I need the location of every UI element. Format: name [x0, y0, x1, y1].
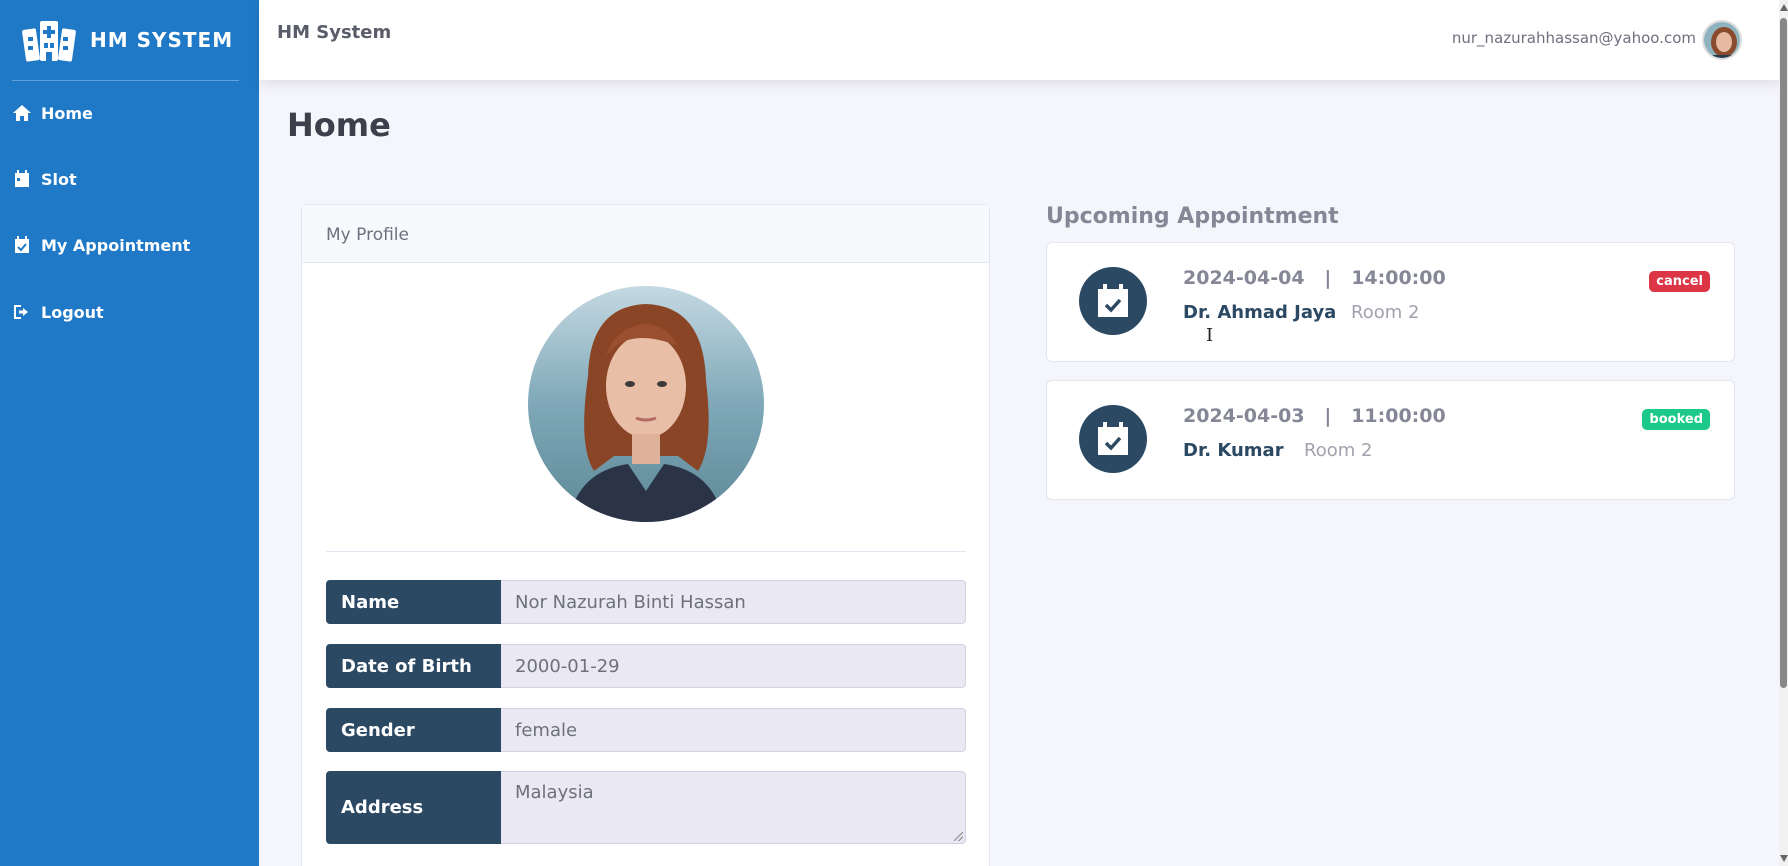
field-label: Date of Birth — [326, 644, 501, 688]
calendar-check-icon — [15, 236, 29, 253]
name-input[interactable]: Nor Nazurah Binti Hassan — [501, 580, 966, 624]
sidebar-divider — [12, 80, 239, 81]
gender-input[interactable]: female — [501, 708, 966, 752]
profile-card: My Profile Name Nor Nazurah Binti Hassan — [301, 204, 990, 866]
dob-field: Date of Birth 2000-01-29 — [326, 644, 966, 688]
scroll-down-icon[interactable] — [1780, 855, 1788, 862]
brand[interactable]: HM SYSTEM — [0, 0, 259, 80]
appointment-datetime: 2024-04-03 | 11:00:00 — [1183, 405, 1446, 427]
profile-photo-image — [528, 286, 764, 522]
sidebar-item-label: Slot — [41, 169, 77, 189]
appointment-card[interactable]: 2024-04-04 | 14:00:00 Dr. Ahmad Jaya Roo… — [1046, 242, 1735, 362]
gender-field: Gender female — [326, 708, 966, 752]
upcoming-appointment-heading: Upcoming Appointment — [1046, 204, 1339, 229]
address-textarea[interactable]: Malaysia — [501, 771, 966, 844]
home-icon — [13, 105, 31, 121]
profile-card-header: My Profile — [302, 205, 989, 263]
status-badge-booked: booked — [1642, 409, 1710, 430]
profile-divider — [326, 551, 966, 552]
calendar-check-icon — [1079, 405, 1147, 473]
calendar-check-icon — [1079, 267, 1147, 335]
sidebar-item-home[interactable]: Home — [12, 103, 93, 123]
appointment-room: Room 2 — [1351, 302, 1420, 323]
sidebar-item-logout[interactable]: Logout — [12, 302, 104, 322]
appointment-datetime: 2024-04-04 | 14:00:00 — [1183, 267, 1446, 289]
hospital-logo-icon — [22, 21, 76, 62]
sidebar-item-slot[interactable]: Slot — [12, 169, 77, 189]
scroll-thumb[interactable] — [1780, 18, 1787, 688]
page-title: Home — [287, 106, 391, 144]
name-field: Name Nor Nazurah Binti Hassan — [326, 580, 966, 624]
status-badge-cancel[interactable]: cancel — [1649, 271, 1710, 292]
calendar-icon — [15, 170, 29, 187]
address-field: Address Malaysia — [326, 771, 966, 844]
appointment-room: Room 2 — [1304, 440, 1373, 461]
appointment-date: 2024-04-03 — [1183, 405, 1305, 427]
sidebar: HM SYSTEM Home Slot My Appointment Logou… — [0, 0, 259, 866]
field-label: Address — [326, 771, 501, 844]
text-cursor-icon: I — [1206, 325, 1214, 346]
appointment-card[interactable]: 2024-04-03 | 11:00:00 Dr. Kumar Room 2 b… — [1046, 380, 1735, 500]
avatar[interactable] — [1702, 20, 1742, 60]
sidebar-item-label: Logout — [41, 302, 104, 322]
profile-photo — [528, 286, 764, 522]
logout-icon — [14, 305, 28, 319]
page-scrollbar[interactable] — [1779, 0, 1788, 866]
appointment-doctor: Dr. Kumar — [1183, 440, 1284, 461]
field-label: Gender — [326, 708, 501, 752]
field-label: Name — [326, 580, 501, 624]
scroll-up-icon[interactable] — [1780, 4, 1788, 11]
appointment-doctor: Dr. Ahmad Jaya — [1183, 302, 1337, 323]
user-email[interactable]: nur_nazurahhassan@yahoo.com — [1452, 29, 1696, 47]
sidebar-item-my-appointment[interactable]: My Appointment — [12, 235, 190, 255]
address-value: Malaysia — [515, 782, 594, 803]
appointment-date: 2024-04-04 — [1183, 267, 1305, 289]
dob-input[interactable]: 2000-01-29 — [501, 644, 966, 688]
topbar: HM System nur_nazurahhassan@yahoo.com — [259, 0, 1782, 80]
brand-name: HM SYSTEM — [90, 28, 234, 52]
resize-handle-icon[interactable] — [954, 832, 963, 841]
sidebar-item-label: My Appointment — [41, 235, 191, 255]
appointment-time: 11:00:00 — [1351, 405, 1446, 427]
topbar-title: HM System — [277, 22, 392, 43]
user-avatar-image — [1704, 22, 1740, 58]
appointment-time: 14:00:00 — [1351, 267, 1446, 289]
sidebar-item-label: Home — [41, 103, 93, 123]
